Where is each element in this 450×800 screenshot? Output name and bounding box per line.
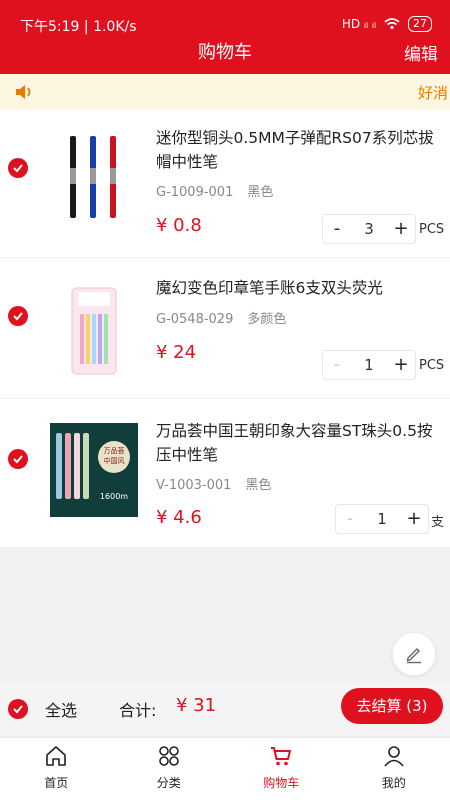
tab-category[interactable]: 分类 bbox=[113, 738, 226, 800]
floating-edit-button[interactable] bbox=[392, 632, 436, 676]
decrease-button[interactable]: - bbox=[336, 505, 364, 533]
notice-bar: 好消 bbox=[0, 74, 450, 110]
checkmark-icon bbox=[13, 705, 23, 714]
battery-indicator: 27 bbox=[408, 16, 432, 32]
item-sku: G-0548-029 多颜色 bbox=[156, 308, 286, 327]
item-unit: 支 bbox=[431, 515, 445, 530]
cart-icon bbox=[271, 747, 292, 766]
bottom-tab-bar: 首页 分类 购物车 我的 bbox=[0, 737, 450, 800]
signal-icon: HD ᵢₗ ᵢₗ bbox=[341, 17, 376, 31]
item-checkbox[interactable] bbox=[8, 449, 28, 469]
packaging-count: 1600m bbox=[100, 492, 128, 501]
network-speed: | 1.0K/s bbox=[83, 19, 137, 35]
app-header: 下午5:19 | 1.0K/s HD ᵢₗ ᵢₗ 27 购物车 编辑 bbox=[0, 0, 450, 74]
item-price: ¥ 0.8 bbox=[156, 215, 202, 236]
checkout-button[interactable]: 去结算 (3) bbox=[341, 688, 443, 724]
quantity-value[interactable]: 1 bbox=[351, 351, 387, 379]
notice-text: 好消 bbox=[417, 84, 448, 102]
sku-code: G-1009-001 bbox=[156, 185, 234, 200]
item-sku: G-1009-001 黑色 bbox=[156, 181, 273, 200]
quantity-stepper: - 1 + bbox=[335, 504, 429, 534]
item-checkbox[interactable] bbox=[8, 158, 28, 178]
cart-item: 魔幻变色印章笔手账6支双头荧光 G-0548-029 多颜色 ¥ 24 - 1 +… bbox=[0, 258, 450, 399]
pencil-icon bbox=[406, 648, 421, 664]
product-image bbox=[50, 280, 138, 380]
tab-cart-label: 购物车 bbox=[263, 776, 300, 790]
item-unit: PCS bbox=[419, 222, 445, 237]
quantity-stepper: - 3 + bbox=[322, 214, 416, 244]
home-icon bbox=[46, 746, 67, 766]
item-price: ¥ 4.6 bbox=[156, 507, 202, 528]
checkmark-icon bbox=[13, 312, 23, 321]
category-icon bbox=[158, 746, 179, 766]
checkmark-icon bbox=[13, 164, 23, 173]
cart-item: 万品荟 中国风 1600m 万品荟中国王朝印象大容量ST珠头0.5按压中性笔 V… bbox=[0, 399, 450, 548]
tab-profile[interactable]: 我的 bbox=[338, 738, 450, 800]
cart-list: 迷你型铜头0.5MM子弹配RS07系列芯拔帽中性笔 G-1009-001 黑色 ¥… bbox=[0, 110, 450, 548]
item-unit: PCS bbox=[419, 358, 445, 373]
checkmark-icon bbox=[13, 455, 23, 464]
tab-cart[interactable]: 购物车 bbox=[225, 738, 338, 800]
tab-home-label: 首页 bbox=[44, 776, 69, 790]
select-all-label[interactable]: 全选 bbox=[45, 697, 77, 721]
tab-category-label: 分类 bbox=[156, 776, 181, 790]
item-checkbox[interactable] bbox=[8, 306, 28, 326]
sku-color: 黑色 bbox=[245, 478, 272, 493]
sku-code: G-0548-029 bbox=[156, 312, 234, 327]
wifi-icon bbox=[384, 18, 400, 30]
sku-color: 多颜色 bbox=[247, 312, 287, 327]
decrease-button[interactable]: - bbox=[323, 351, 351, 379]
item-name[interactable]: 万品荟中国王朝印象大容量ST珠头0.5按压中性笔 bbox=[156, 419, 438, 467]
decrease-button[interactable]: - bbox=[323, 215, 351, 243]
item-name[interactable]: 迷你型铜头0.5MM子弹配RS07系列芯拔帽中性笔 bbox=[156, 126, 438, 174]
packaging-series: 中国风 bbox=[104, 456, 125, 465]
increase-button[interactable]: + bbox=[387, 351, 415, 379]
status-bar: 下午5:19 | 1.0K/s HD ᵢₗ ᵢₗ 27 bbox=[0, 14, 450, 38]
increase-button[interactable]: + bbox=[400, 505, 428, 533]
quantity-value[interactable]: 3 bbox=[351, 215, 387, 243]
sku-color: 黑色 bbox=[247, 185, 274, 200]
select-all-checkbox[interactable] bbox=[8, 699, 28, 719]
user-icon bbox=[384, 746, 404, 767]
item-name[interactable]: 魔幻变色印章笔手账6支双头荧光 bbox=[156, 276, 438, 300]
quantity-stepper: - 1 + bbox=[322, 350, 416, 380]
page-title: 购物车 bbox=[198, 42, 252, 63]
quantity-value[interactable]: 1 bbox=[364, 505, 400, 533]
tab-profile-label: 我的 bbox=[381, 776, 406, 790]
product-image bbox=[50, 128, 138, 228]
edit-button[interactable]: 编辑 bbox=[404, 40, 438, 65]
checkout-bar: 全选 合计: ¥ 31 去结算 (3) bbox=[0, 680, 450, 736]
total-label: 合计: bbox=[119, 701, 157, 720]
packaging-brand: 万品荟 bbox=[104, 446, 125, 455]
status-time: 下午5:19 bbox=[20, 19, 80, 35]
increase-button[interactable]: + bbox=[387, 215, 415, 243]
total-value: ¥ 31 bbox=[176, 695, 217, 716]
sku-code: V-1003-001 bbox=[156, 478, 232, 493]
tab-home[interactable]: 首页 bbox=[0, 738, 113, 800]
item-sku: V-1003-001 黑色 bbox=[156, 474, 271, 493]
item-price: ¥ 24 bbox=[156, 342, 197, 363]
cart-item: 迷你型铜头0.5MM子弹配RS07系列芯拔帽中性笔 G-1009-001 黑色 ¥… bbox=[0, 110, 450, 258]
product-image: 万品荟 中国风 1600m bbox=[50, 423, 138, 517]
status-icons: HD ᵢₗ ᵢₗ 27 bbox=[342, 16, 432, 32]
speaker-icon bbox=[16, 85, 31, 99]
